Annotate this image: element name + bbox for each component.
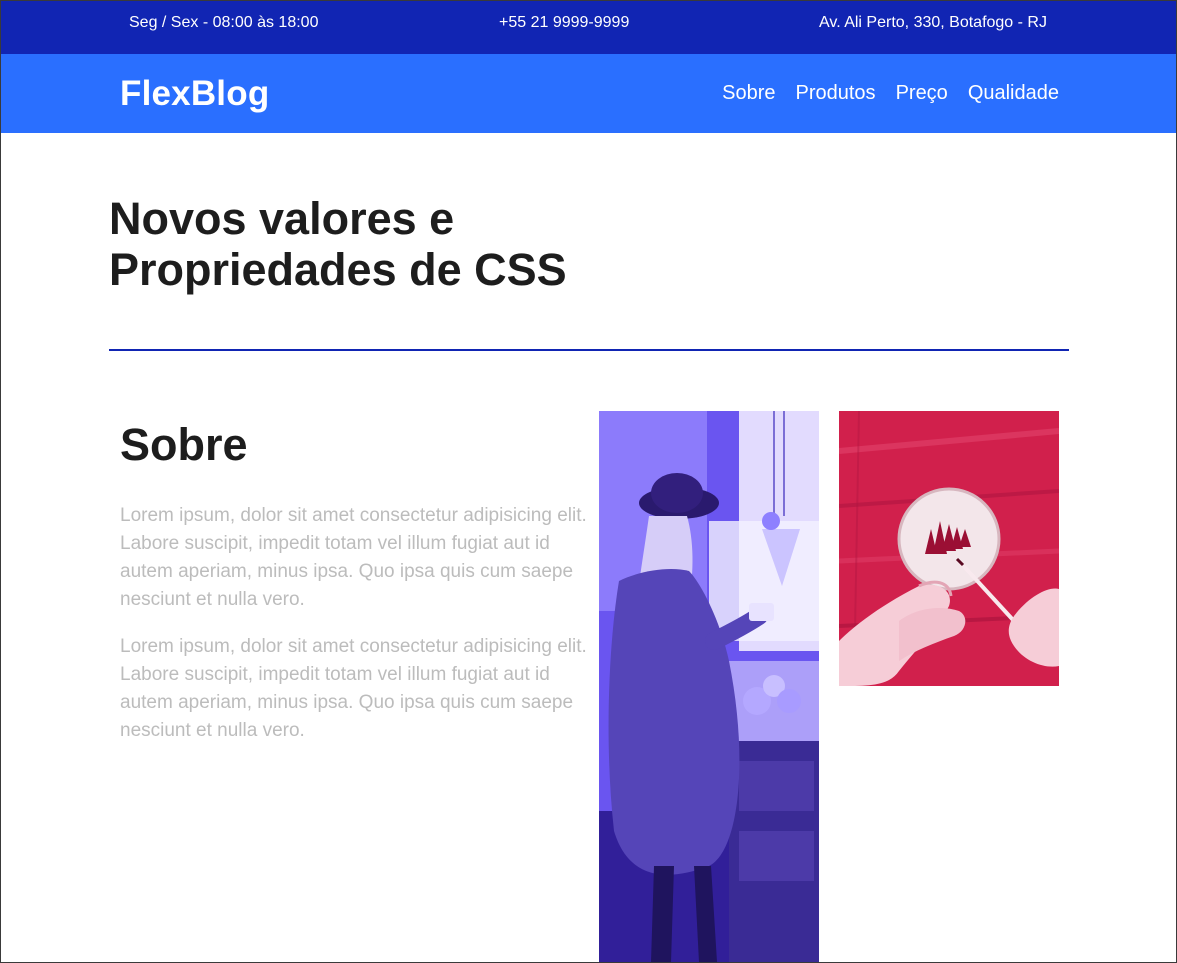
nav-link-qualidade[interactable]: Qualidade (968, 82, 1059, 105)
about-paragraph: Lorem ipsum, dolor sit amet consectetur … (120, 636, 587, 741)
about-paragraph: Lorem ipsum, dolor sit amet consectetur … (120, 505, 587, 610)
top-info-bar: Seg / Sex - 08:00 às 18:00 +55 21 9999-9… (1, 1, 1176, 54)
nav-link-produtos[interactable]: Produtos (796, 82, 876, 105)
nav-links: Sobre Produtos Preço Qualidade (722, 82, 1059, 105)
address: Av. Ali Perto, 330, Botafogo - RJ (819, 14, 1047, 31)
main-navbar: FlexBlog Sobre Produtos Preço Qualidade (1, 54, 1176, 133)
phone-number: +55 21 9999-9999 (499, 14, 630, 31)
business-hours: Seg / Sex - 08:00 às 18:00 (129, 14, 319, 31)
site-logo[interactable]: FlexBlog (120, 74, 269, 114)
about-title: Sobre (120, 419, 248, 470)
nav-link-preco[interactable]: Preço (896, 82, 948, 105)
page-headline: Novos valores e Propriedades de CSS (109, 193, 567, 295)
painting-photo (839, 411, 1059, 686)
nav-link-sobre[interactable]: Sobre (722, 82, 775, 105)
section-divider (109, 349, 1069, 351)
woman-photo (599, 411, 819, 962)
